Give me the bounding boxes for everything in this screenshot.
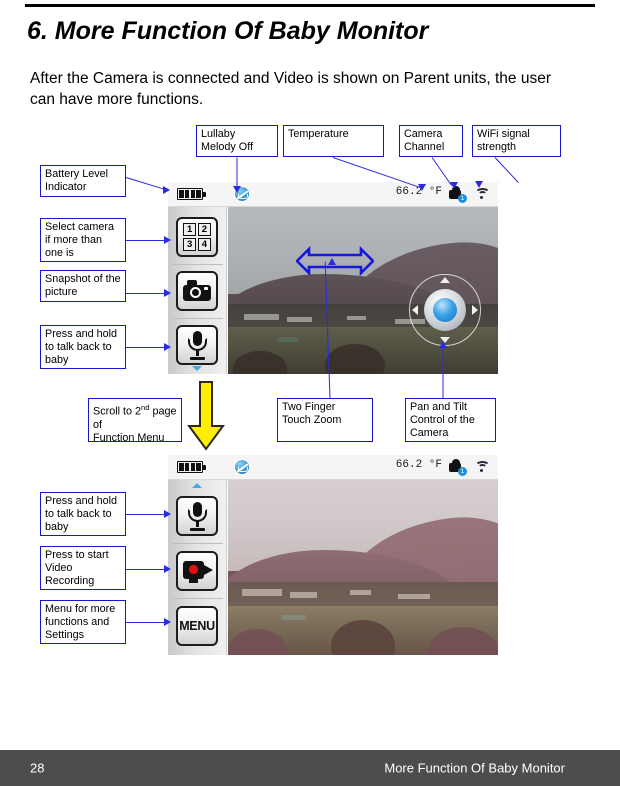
leader-talk-back-2: [126, 514, 166, 515]
battery-icon: [177, 188, 206, 200]
leader-head-select-camera: [164, 236, 171, 244]
leader-head-temperature: [418, 184, 426, 191]
pan-right-arrow-icon[interactable]: [471, 304, 478, 315]
leader-wifi: [494, 157, 519, 183]
camera-channel-number: 1: [458, 194, 467, 203]
leader-menu: [126, 622, 166, 623]
callout-temperature: Temperature: [283, 125, 384, 157]
intro-paragraph: After the Camera is connected and Video …: [30, 70, 551, 108]
callout-select-camera: Select camera if more than one is: [40, 218, 126, 262]
microphone-icon: [187, 502, 208, 531]
leader-head-wifi: [475, 181, 483, 188]
callout-video-record: Press to start Video Recording: [40, 546, 126, 590]
leader-head-two-finger-zoom: [328, 258, 336, 265]
callout-two-finger-zoom: Two Finger Touch Zoom: [277, 398, 373, 442]
talk-back-button[interactable]: [176, 325, 218, 365]
sidebar-divider: [172, 598, 223, 599]
header-rule: [25, 4, 595, 7]
camera-select-button[interactable]: 1 2 3 4: [176, 217, 218, 257]
status-bar: 66.2 °F 1: [168, 455, 498, 480]
pan-left-arrow-icon[interactable]: [411, 304, 418, 315]
leader-head-lullaby: [233, 186, 241, 193]
joystick-knob[interactable]: [423, 288, 466, 331]
pan-tilt-joystick[interactable]: [408, 273, 481, 346]
video-record-icon: [183, 561, 213, 583]
microphone-icon: [187, 331, 208, 360]
scroll-down-icon[interactable]: [192, 366, 202, 371]
callout-talk-back-2: Press and hold to talk back to baby: [40, 492, 126, 536]
footer-page-number: 28: [30, 760, 45, 776]
battery-icon: [177, 461, 206, 473]
temperature-readout: 66.2 °F: [395, 459, 442, 471]
callout-pan-tilt: Pan and Tilt Control of the Camera: [405, 398, 496, 442]
leader-head-snapshot: [164, 289, 171, 297]
sidebar-divider: [172, 264, 223, 265]
leader-head-video-record: [164, 565, 171, 573]
melody-off-icon[interactable]: [234, 459, 250, 475]
leader-snapshot: [126, 293, 166, 294]
pan-up-arrow-icon[interactable]: [439, 276, 450, 283]
leader-head-talk-back-1: [164, 343, 171, 351]
footer-running-title: More Function Of Baby Monitor: [384, 760, 565, 776]
grid-cell-4: 4: [197, 237, 211, 251]
live-video-feed-page2[interactable]: [228, 480, 498, 655]
callout-scroll-page2: Scroll to 2nd page of Function Menu: [88, 398, 182, 444]
manual-page: 6. More Function Of Baby Monitor After t…: [0, 0, 620, 786]
grid-cell-2: 2: [197, 223, 211, 237]
scroll-text-a: Scroll to 2: [93, 405, 142, 418]
callout-snapshot: Snapshot of the picture: [40, 270, 126, 302]
leader-head-camera-channel: [450, 182, 458, 189]
camera-channel-icon: 1: [449, 459, 467, 476]
callout-camera-channel: Camera Channel: [399, 125, 463, 157]
menu-button[interactable]: MENU: [176, 606, 218, 646]
parent-unit-screen-page1[interactable]: 66.2 °F 1 1 2 3 4: [168, 182, 498, 374]
live-video-feed-page1[interactable]: [228, 207, 498, 374]
grid-cell-1: 1: [183, 223, 197, 237]
leader-battery: [125, 177, 165, 190]
camera-grid-icon: 1 2 3 4: [183, 223, 211, 251]
leader-head-talk-back-2: [164, 510, 171, 518]
function-menu-sidebar-page2: MENU: [168, 480, 227, 655]
scroll-up-icon[interactable]: [192, 483, 202, 488]
grid-cell-3: 3: [183, 237, 197, 251]
leader-head-battery: [163, 186, 170, 194]
page-footer: 28 More Function Of Baby Monitor: [0, 750, 620, 786]
leader-head-pan-tilt: [439, 341, 447, 348]
sidebar-divider: [172, 543, 223, 544]
leader-talk-back-1: [126, 347, 166, 348]
wifi-signal-icon: [475, 188, 490, 200]
function-menu-sidebar-page1: 1 2 3 4: [168, 207, 227, 374]
menu-button-label: MENU: [179, 619, 215, 633]
leader-head-menu: [164, 618, 171, 626]
leader-select-camera: [126, 240, 166, 241]
callout-lullaby: Lullaby Melody Off: [196, 125, 278, 157]
callout-menu: Menu for more functions and Settings: [40, 600, 126, 644]
photo-camera-icon: [183, 280, 211, 301]
status-bar: 66.2 °F 1: [168, 182, 498, 207]
leader-pan-tilt: [442, 345, 444, 399]
video-record-button[interactable]: [176, 551, 218, 591]
callout-talk-back-1: Press and hold to talk back to baby: [40, 325, 126, 369]
sidebar-divider: [172, 318, 223, 319]
camera-channel-number: 1: [458, 467, 467, 476]
wifi-signal-icon: [475, 461, 490, 473]
leader-video-record: [126, 569, 166, 570]
callout-battery-level: Battery Level Indicator: [40, 165, 126, 197]
snapshot-button[interactable]: [176, 271, 218, 311]
talk-back-button[interactable]: [176, 496, 218, 536]
scroll-down-yellow-arrow: [187, 381, 225, 451]
callout-wifi-signal: WiFi signal strength: [472, 125, 561, 157]
parent-unit-screen-page2[interactable]: 66.2 °F 1 MENU: [168, 455, 498, 655]
page-title: 6. More Function Of Baby Monitor: [27, 17, 429, 45]
